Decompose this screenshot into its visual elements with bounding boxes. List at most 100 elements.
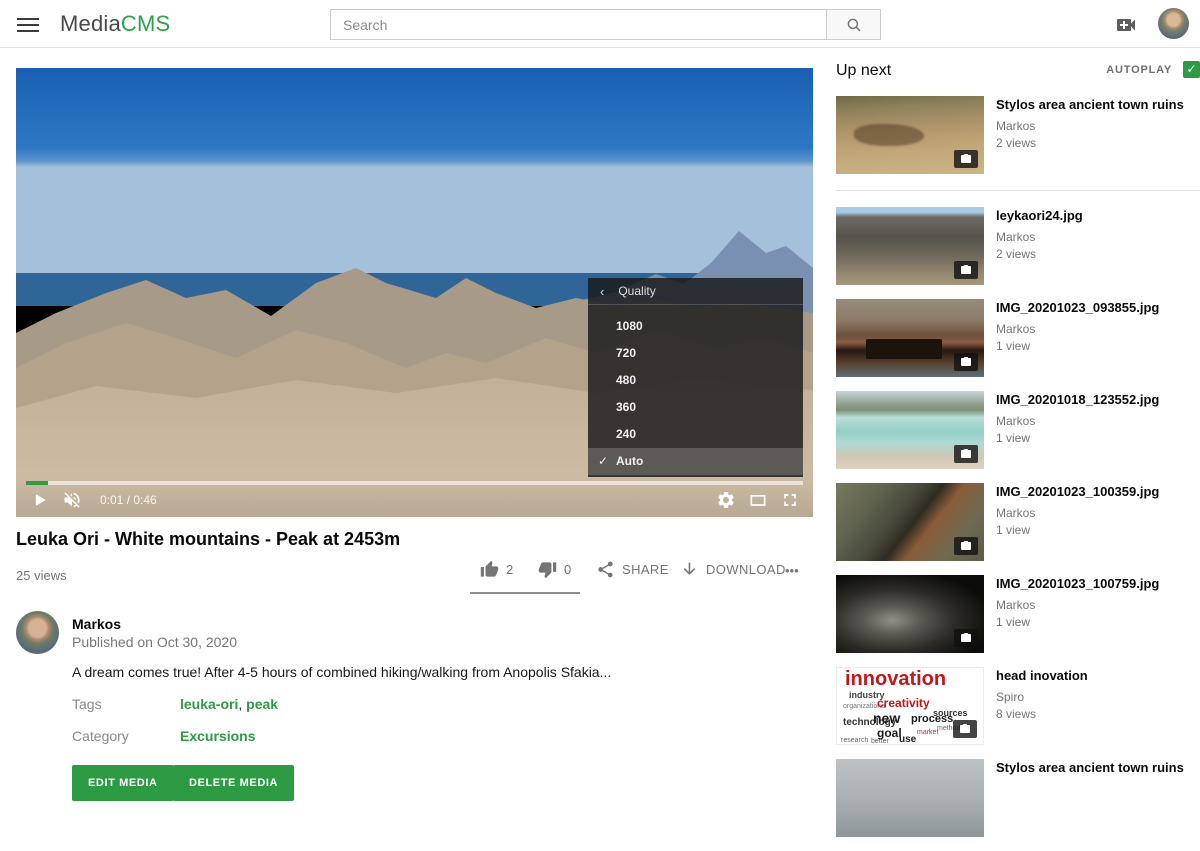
time-display: 0:01 / 0:46 (100, 493, 157, 507)
item-views: 1 view (996, 615, 1159, 629)
wordcloud-word: research (841, 737, 868, 744)
list-item[interactable]: Stylos area ancient town ruins Markos 2 … (836, 96, 1200, 174)
logo[interactable]: MediaCMS (60, 11, 170, 37)
delete-media-button[interactable]: DELETE MEDIA (173, 765, 294, 801)
autoplay-checkbox[interactable]: ✓ (1183, 61, 1200, 78)
download-button[interactable]: DOWNLOAD (680, 560, 786, 579)
thumbnail[interactable] (836, 575, 984, 653)
tag-link-peak[interactable]: peak (246, 696, 278, 712)
quality-menu: ‹ Quality 1080720480360240✓Auto (588, 278, 803, 477)
item-views: 1 view (996, 339, 1159, 353)
list-item[interactable]: leykaori24.jpg Markos 2 views (836, 207, 1200, 285)
item-title[interactable]: IMG_20201023_093855.jpg (996, 300, 1159, 316)
video-player[interactable]: ‹ Quality 1080720480360240✓Auto 0:01 / 0… (16, 68, 813, 517)
list-item[interactable]: IMG_20201018_123552.jpg Markos 1 view (836, 391, 1200, 469)
wordcloud-word: market (917, 729, 938, 736)
like-button[interactable]: 2 (480, 560, 513, 579)
mute-icon[interactable] (62, 490, 82, 510)
list-item[interactable]: Stylos area ancient town ruins (836, 759, 1200, 837)
wordcloud-word: innovation (845, 669, 946, 689)
tag-link-leuka-ori[interactable]: leuka-ori (180, 696, 238, 712)
more-dots-icon: ••• (785, 563, 799, 578)
download-label: DOWNLOAD (706, 562, 786, 577)
thumbnail[interactable] (836, 759, 984, 837)
theater-mode-icon[interactable] (748, 490, 768, 510)
search-input[interactable] (330, 9, 826, 40)
quality-menu-list: 1080720480360240✓Auto (588, 305, 803, 475)
camera-badge-icon (954, 353, 978, 371)
item-author[interactable]: Markos (996, 598, 1159, 612)
author-avatar[interactable] (16, 611, 59, 654)
author-name[interactable]: Markos (72, 616, 121, 632)
thumbnail[interactable] (836, 96, 984, 174)
item-views: 1 view (996, 523, 1159, 537)
quality-option-360[interactable]: 360 (588, 394, 803, 421)
item-views: 2 views (996, 247, 1083, 261)
quality-menu-title: Quality (618, 284, 655, 298)
item-title[interactable]: head inovation (996, 668, 1088, 684)
item-author[interactable]: Spiro (996, 690, 1088, 704)
quality-option-auto[interactable]: ✓Auto (588, 448, 803, 475)
thumb-up-icon (480, 560, 499, 579)
list-item[interactable]: IMG_20201023_100359.jpg Markos 1 view (836, 483, 1200, 561)
list-item[interactable]: usebetterresearchmarketgoalmethodtechnol… (836, 667, 1200, 745)
search-button[interactable] (826, 9, 881, 40)
thumb-down-icon (538, 560, 557, 579)
progress-bar[interactable] (26, 481, 803, 485)
upload-media-icon[interactable] (1114, 13, 1138, 35)
dislike-count: 0 (564, 562, 571, 577)
more-actions-button[interactable]: ••• (785, 563, 799, 578)
edit-media-button[interactable]: EDIT MEDIA (72, 765, 174, 801)
list-item[interactable]: IMG_20201023_093855.jpg Markos 1 view (836, 299, 1200, 377)
share-label: SHARE (622, 562, 669, 577)
video-description: A dream comes true! After 4-5 hours of c… (72, 664, 692, 680)
quality-menu-header[interactable]: ‹ Quality (588, 278, 803, 305)
item-title[interactable]: leykaori24.jpg (996, 208, 1083, 224)
camera-badge-icon (954, 150, 978, 168)
item-author[interactable]: Markos (996, 230, 1083, 244)
quality-option-1080[interactable]: 1080 (588, 313, 803, 340)
category-link-excursions[interactable]: Excursions (180, 728, 255, 744)
item-title[interactable]: Stylos area ancient town ruins (996, 760, 1184, 776)
thumbnail[interactable] (836, 207, 984, 285)
item-title[interactable]: Stylos area ancient town ruins (996, 97, 1184, 113)
back-chevron-icon: ‹ (600, 284, 604, 299)
quality-option-720[interactable]: 720 (588, 340, 803, 367)
item-title[interactable]: IMG_20201023_100359.jpg (996, 484, 1159, 500)
thumbnail[interactable] (836, 391, 984, 469)
tags-label: Tags (72, 696, 102, 712)
item-author[interactable]: Markos (996, 414, 1159, 428)
autoplay-label: AUTOPLAY (1106, 64, 1172, 76)
category-value: Excursions (180, 728, 255, 744)
item-title[interactable]: IMG_20201018_123552.jpg (996, 392, 1159, 408)
list-item[interactable]: IMG_20201023_100759.jpg Markos 1 view (836, 575, 1200, 653)
video-title: Leuka Ori - White mountains - Peak at 24… (16, 529, 796, 550)
up-next-list: Stylos area ancient town ruins Markos 2 … (836, 96, 1200, 837)
settings-gear-icon[interactable] (716, 490, 736, 510)
download-icon (680, 560, 699, 579)
item-views: 2 views (996, 136, 1184, 150)
thumbnail[interactable]: usebetterresearchmarketgoalmethodtechnol… (836, 667, 984, 745)
item-author[interactable]: Markos (996, 322, 1159, 336)
item-author[interactable]: Markos (996, 119, 1184, 133)
quality-option-480[interactable]: 480 (588, 367, 803, 394)
item-title[interactable]: IMG_20201023_100759.jpg (996, 576, 1159, 592)
camera-badge-icon (954, 445, 978, 463)
dislike-button[interactable]: 0 (538, 560, 571, 579)
item-author[interactable]: Markos (996, 506, 1159, 520)
camera-badge-icon (954, 537, 978, 555)
menu-icon[interactable] (17, 14, 39, 34)
thumbnail[interactable] (836, 299, 984, 377)
thumbnail[interactable] (836, 483, 984, 561)
wordcloud-word: new (873, 711, 900, 725)
item-views: 1 view (996, 431, 1159, 445)
share-button[interactable]: SHARE (596, 560, 669, 579)
wordcloud-word: creativity (877, 697, 930, 709)
actions-row: 2 0 SHARE DOWNLOAD ••• (470, 560, 813, 590)
player-controls: 0:01 / 0:46 (16, 477, 813, 517)
check-icon: ✓ (598, 448, 608, 475)
user-avatar[interactable] (1158, 8, 1189, 39)
quality-option-240[interactable]: 240 (588, 421, 803, 448)
play-icon[interactable] (30, 490, 50, 510)
fullscreen-icon[interactable] (780, 490, 800, 510)
